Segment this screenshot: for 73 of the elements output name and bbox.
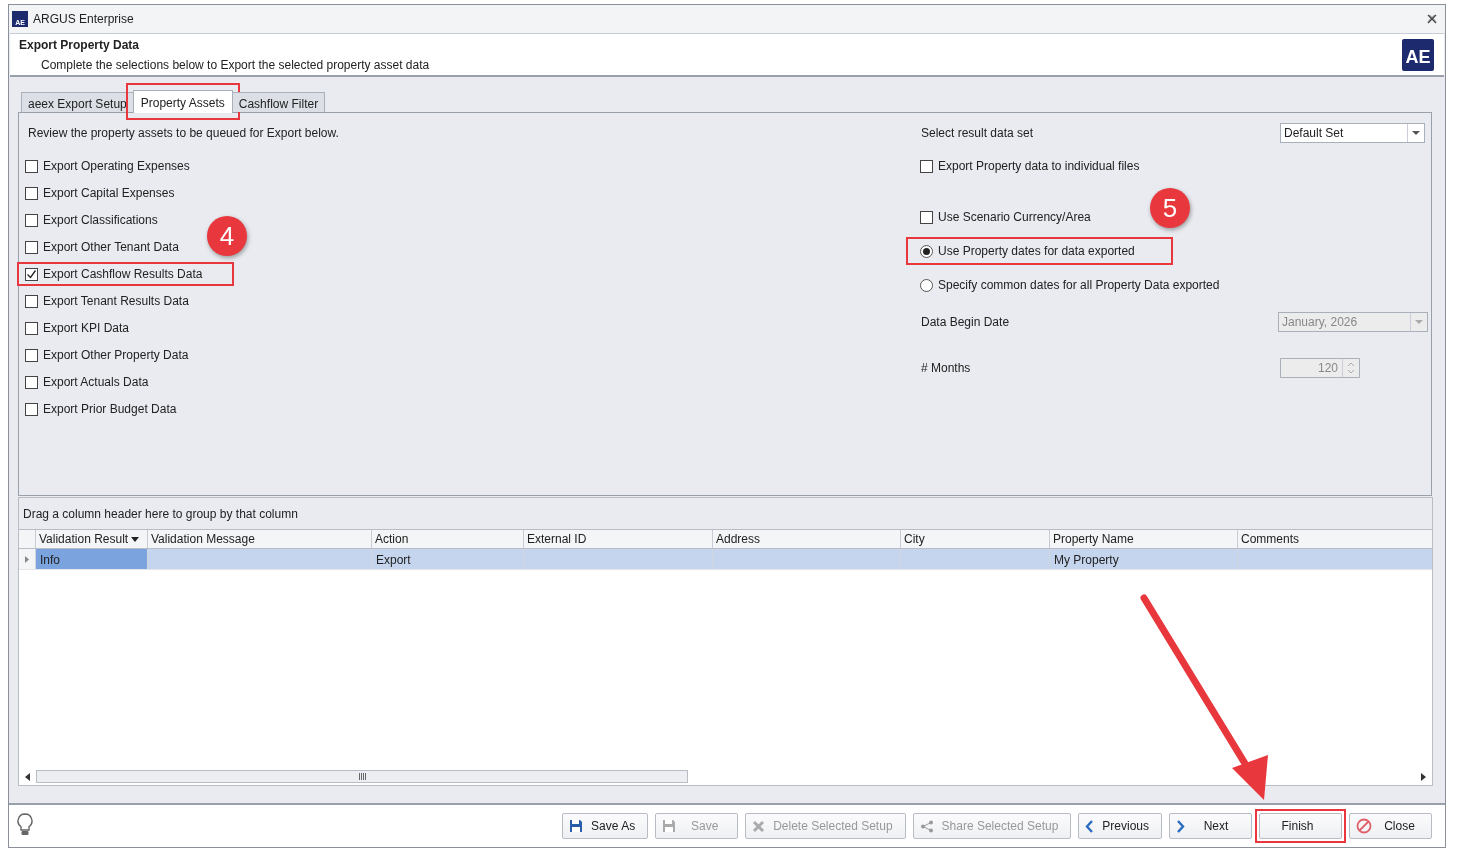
- instruction-text: Review the property assets to be queued for Export below.: [28, 126, 340, 140]
- column-header[interactable]: Validation Message: [147, 530, 371, 548]
- field-label: Select result data set: [921, 126, 1034, 140]
- chevron-left-icon: [1085, 819, 1095, 833]
- dialog-title: Export Property Data: [19, 37, 141, 52]
- app-logo: AE: [1402, 38, 1434, 71]
- checkbox-label: Export KPI Data: [43, 321, 130, 335]
- table-cell: My Property: [1049, 549, 1237, 569]
- checkbox-label: Export Capital Expenses: [43, 186, 175, 200]
- checkbox-label: Export Cashflow Results Data: [43, 267, 203, 281]
- checkbox[interactable]: [25, 375, 38, 389]
- tab[interactable]: aeex Export Setup: [21, 92, 134, 112]
- footer-button[interactable]: Close: [1349, 813, 1432, 839]
- save-icon: [662, 819, 677, 833]
- radio-label: Use Property dates for data exported: [938, 244, 1135, 258]
- checkbox-label: Export Actuals Data: [43, 375, 149, 389]
- checkbox-label: Export Operating Expenses: [43, 159, 190, 173]
- column-header[interactable]: External ID: [523, 530, 712, 548]
- dropdown-arrow-icon: [1415, 320, 1423, 324]
- expand-arrow-icon[interactable]: [25, 555, 29, 563]
- footer-button[interactable]: Save As: [562, 813, 649, 839]
- chevron-right-icon: [1176, 819, 1185, 833]
- checkbox[interactable]: [25, 213, 38, 227]
- checkbox[interactable]: [920, 159, 933, 173]
- scroll-left-icon[interactable]: [25, 772, 30, 781]
- radio-button[interactable]: [920, 278, 933, 292]
- field-label: # Months: [921, 361, 971, 375]
- table-cell: Info: [35, 549, 147, 569]
- checkbox[interactable]: [25, 348, 38, 362]
- footer-button[interactable]: Finish: [1259, 813, 1342, 839]
- column-header[interactable]: Comments: [1237, 530, 1425, 548]
- group-by-hint: Drag a column header here to group by that column: [19, 498, 1432, 529]
- tab[interactable]: Cashflow Filter: [231, 92, 326, 112]
- checkbox[interactable]: [25, 159, 38, 173]
- x-icon: [752, 819, 766, 833]
- column-header[interactable]: City: [900, 530, 1049, 548]
- footer-button[interactable]: Next: [1169, 813, 1252, 839]
- dropdown-arrow-icon: [131, 536, 139, 542]
- field-label: Data Begin Date: [921, 315, 1010, 329]
- checkbox[interactable]: [920, 210, 933, 224]
- radio-label: Specify common dates for all Property Data exported: [938, 278, 1220, 292]
- checkbox-label: Export Classifications: [43, 213, 158, 227]
- result-set-dropdown[interactable]: Default Set: [1280, 123, 1425, 143]
- checkbox-label: Export Prior Budget Data: [43, 402, 177, 416]
- checkbox[interactable]: [25, 294, 38, 308]
- checkbox-label: Use Scenario Currency/Area: [938, 210, 1091, 224]
- checkbox[interactable]: [25, 186, 38, 200]
- scroll-right-icon[interactable]: [1421, 772, 1426, 781]
- spinner-arrows-icon: [1348, 362, 1354, 374]
- footer-button[interactable]: Previous: [1078, 813, 1162, 839]
- column-header[interactable]: Validation Result: [35, 530, 147, 548]
- column-header[interactable]: Action: [371, 530, 523, 548]
- table-cell: Export: [371, 549, 523, 569]
- checkbox-label: Export Tenant Results Data: [43, 294, 189, 308]
- scrollbar-thumb[interactable]: [36, 770, 688, 783]
- checkbox[interactable]: [25, 402, 38, 416]
- window-title: ARGUS Enterprise: [33, 12, 135, 26]
- dropdown-arrow-icon: [1412, 131, 1420, 135]
- checkbox[interactable]: [25, 267, 38, 281]
- save-icon: [569, 819, 584, 833]
- checkbox-label: Export Other Tenant Data: [43, 240, 179, 254]
- checkbox[interactable]: [25, 321, 38, 335]
- lightbulb-icon[interactable]: [17, 812, 33, 837]
- share-icon: [919, 819, 934, 833]
- dialog-subtitle: Complete the selections below to Export the selected property asset data: [40, 57, 431, 72]
- column-header[interactable]: Address: [712, 530, 900, 548]
- radio-button[interactable]: [920, 244, 933, 258]
- checkbox-label: Export Other Property Data: [43, 348, 189, 362]
- checkbox-label: Export Property data to individual files: [938, 159, 1140, 173]
- checkbox[interactable]: [25, 240, 38, 254]
- close-icon[interactable]: [1427, 14, 1437, 24]
- prohibited-icon: [1356, 818, 1372, 834]
- column-header[interactable]: Property Name: [1049, 530, 1237, 548]
